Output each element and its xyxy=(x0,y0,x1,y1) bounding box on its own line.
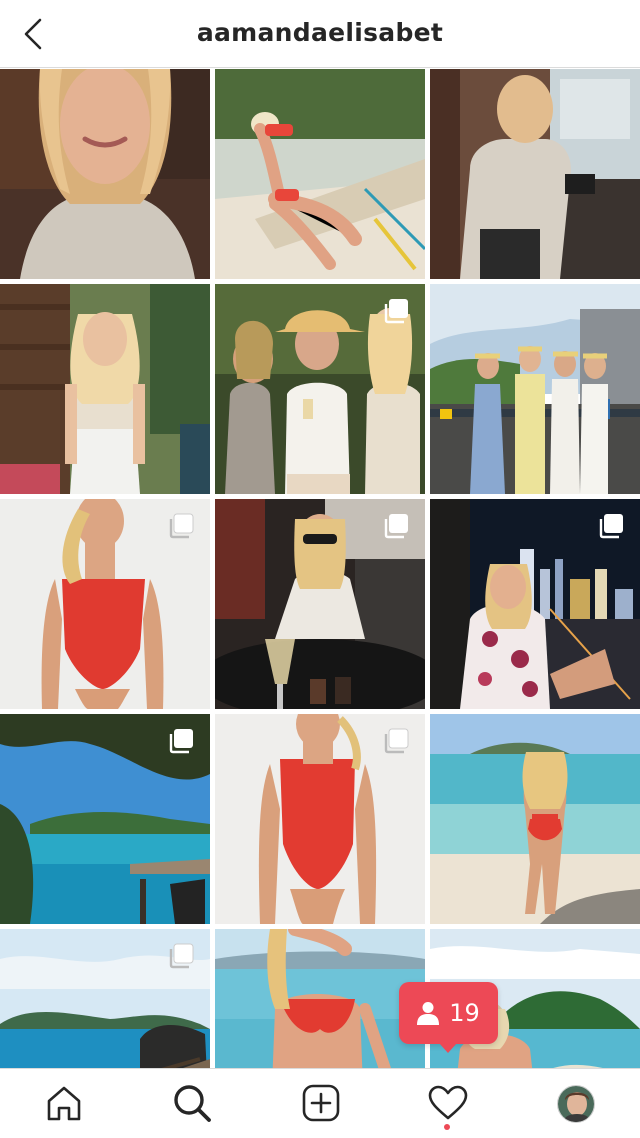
grid-post[interactable] xyxy=(0,284,210,494)
post-thumbnail xyxy=(0,284,210,494)
activity-dot xyxy=(444,1124,450,1130)
tab-home[interactable] xyxy=(42,1081,86,1125)
heart-icon xyxy=(428,1085,468,1120)
grid-post[interactable] xyxy=(0,69,210,279)
post-thumbnail xyxy=(430,69,640,279)
grid-post[interactable] xyxy=(215,284,425,494)
multiple-photos-icon xyxy=(599,514,623,539)
grid-post[interactable] xyxy=(430,714,640,924)
multiple-photos-icon xyxy=(169,513,194,539)
post-thumbnail xyxy=(0,69,210,279)
multiple-photos-icon xyxy=(384,728,409,754)
plus-square-icon xyxy=(302,1084,340,1122)
top-nav-bar: aamandaelisabet xyxy=(0,0,640,68)
bottom-tab-bar xyxy=(0,1068,640,1138)
multiple-photos-icon xyxy=(384,299,408,324)
followers-notification-badge[interactable]: 19 xyxy=(399,982,498,1053)
grid-post[interactable] xyxy=(0,929,210,1068)
grid-post[interactable] xyxy=(215,69,425,279)
person-icon xyxy=(417,1002,440,1025)
post-thumbnail xyxy=(430,284,640,494)
explore-grid xyxy=(0,69,640,1068)
grid-post[interactable] xyxy=(0,499,210,709)
post-thumbnail xyxy=(215,929,425,1068)
post-thumbnail xyxy=(430,714,640,924)
page-title[interactable]: aamandaelisabet xyxy=(0,18,640,47)
grid-post[interactable] xyxy=(0,714,210,924)
home-icon xyxy=(47,1086,81,1121)
avatar xyxy=(558,1086,594,1122)
tab-profile-avatar[interactable] xyxy=(557,1085,595,1123)
post-thumbnail xyxy=(215,69,425,279)
multiple-photos-icon xyxy=(169,729,193,754)
grid-post[interactable] xyxy=(215,929,425,1068)
tab-activity[interactable] xyxy=(426,1081,470,1125)
tab-search[interactable] xyxy=(170,1081,214,1125)
grid-post[interactable] xyxy=(430,499,640,709)
multiple-photos-icon xyxy=(384,514,408,539)
grid-post[interactable] xyxy=(430,69,640,279)
grid-post[interactable] xyxy=(215,499,425,709)
grid-post[interactable] xyxy=(215,714,425,924)
search-icon xyxy=(174,1085,211,1122)
multiple-photos-icon xyxy=(169,943,194,969)
notification-count: 19 xyxy=(449,999,480,1027)
grid-post[interactable] xyxy=(430,284,640,494)
tab-new-post[interactable] xyxy=(299,1081,343,1125)
